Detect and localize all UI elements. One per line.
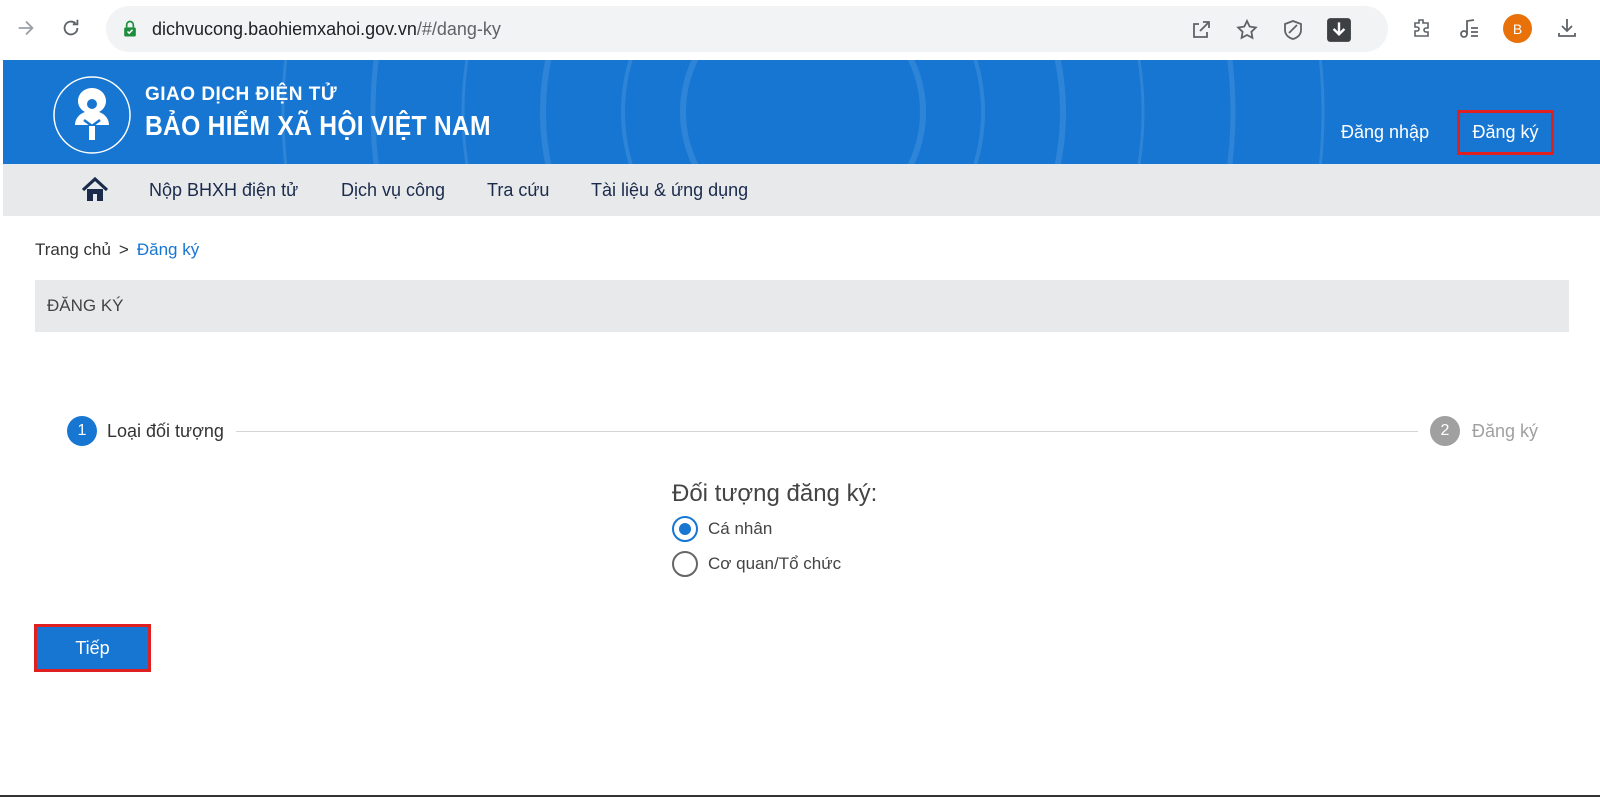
browser-toolbar: dichvucong.baohiemxahoi.gov.vn/#/dang-ky… — [0, 0, 1600, 60]
main-menu: Nộp BHXH điện tử Dịch vụ công Tra cứu Tà… — [3, 164, 1600, 216]
step-1-number: 1 — [67, 416, 97, 446]
breadcrumb-current: Đăng ký — [136, 240, 200, 259]
option-ca-nhan[interactable]: Cá nhân — [672, 516, 772, 542]
extensions-icon[interactable] — [1408, 14, 1436, 42]
radio-label-co-quan: Cơ quan/Tổ chức — [708, 554, 842, 573]
downloads-icon[interactable] — [1553, 14, 1581, 42]
menu-item-nop-bhxh[interactable]: Nộp BHXH điện tử — [149, 180, 298, 201]
bhxh-logo — [53, 76, 131, 154]
reload-icon[interactable] — [55, 12, 87, 44]
star-icon[interactable] — [1234, 17, 1260, 43]
lock-icon — [120, 19, 140, 44]
option-co-quan[interactable]: Cơ quan/Tổ chức — [672, 551, 841, 577]
menu-item-tra-cuu[interactable]: Tra cứu — [487, 180, 549, 201]
next-button[interactable]: Tiếp — [34, 624, 151, 672]
login-link[interactable]: Đăng nhập — [1341, 122, 1429, 143]
menu-item-dich-vu-cong[interactable]: Dịch vụ công — [341, 180, 445, 201]
stepper: 1 Loại đối tượng 2 Đăng ký — [0, 414, 1600, 450]
url-text: dichvucong.baohiemxahoi.gov.vn/#/dang-ky — [152, 19, 501, 40]
home-icon[interactable] — [81, 176, 109, 204]
url-path: /#/dang-ky — [416, 19, 501, 39]
brand-title: BẢO HIỂM XÃ HỘI VIỆT NAM — [145, 110, 491, 141]
step-connector — [236, 431, 1418, 432]
step-2-label: Đăng ký — [1472, 421, 1539, 441]
radio-ca-nhan[interactable] — [672, 516, 698, 542]
radio-label-ca-nhan: Cá nhân — [708, 519, 773, 538]
forward-icon[interactable] — [10, 12, 42, 44]
register-link[interactable]: Đăng ký — [1457, 110, 1554, 155]
brand-subtitle: GIAO DỊCH ĐIỆN TỬ — [145, 84, 338, 105]
download-arrow-icon[interactable] — [1326, 17, 1352, 43]
breadcrumb-home[interactable]: Trang chủ — [35, 240, 111, 259]
radio-co-quan[interactable] — [672, 551, 698, 577]
address-bar[interactable]: dichvucong.baohiemxahoi.gov.vn/#/dang-ky — [106, 6, 1388, 52]
step-2-number: 2 — [1430, 416, 1460, 446]
share-icon[interactable] — [1188, 17, 1214, 43]
media-icon[interactable] — [1455, 14, 1483, 42]
shield-icon[interactable] — [1280, 17, 1306, 43]
breadcrumb: Trang chủ > Đăng ký — [35, 240, 199, 260]
page-title: ĐĂNG KÝ — [35, 280, 1569, 332]
menu-item-tai-lieu[interactable]: Tài liệu & ứng dụng — [591, 180, 748, 201]
profile-avatar[interactable]: B — [1503, 14, 1532, 43]
form-question: Đối tượng đăng ký: — [672, 480, 878, 507]
url-host: dichvucong.baohiemxahoi.gov.vn — [152, 19, 417, 39]
breadcrumb-separator: > — [118, 240, 129, 259]
site-header: GIAO DỊCH ĐIỆN TỬ BẢO HIỂM XÃ HỘI VIỆT N… — [3, 60, 1600, 164]
step-1-label: Loại đối tượng — [107, 421, 224, 441]
